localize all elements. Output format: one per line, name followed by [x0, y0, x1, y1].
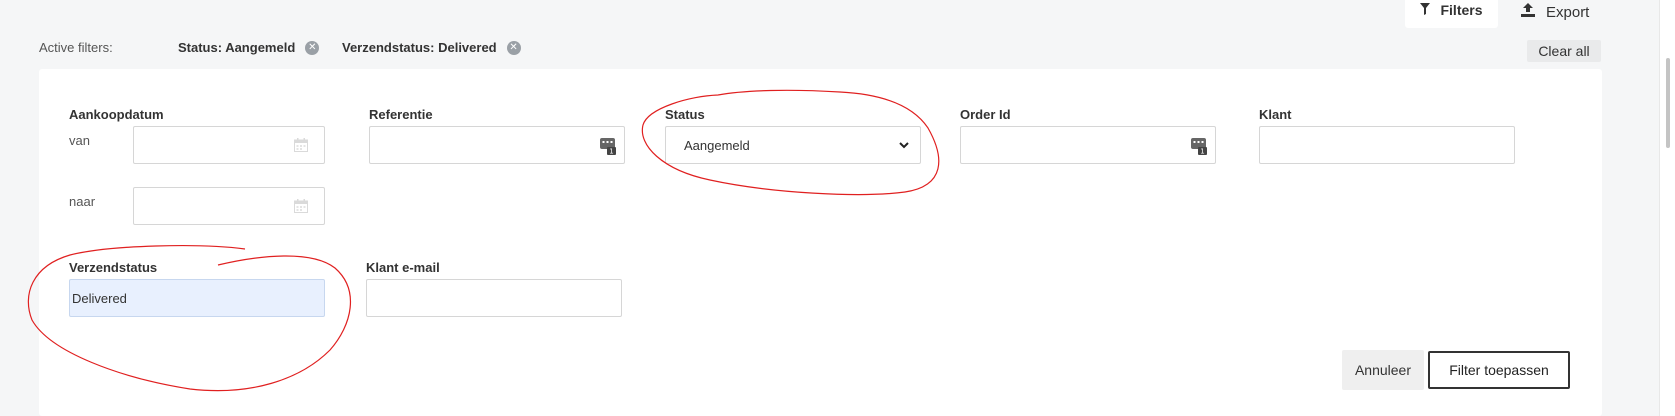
keyboard-icon: 1: [600, 138, 616, 156]
calendar-icon[interactable]: [294, 199, 308, 213]
status-label: Status: [665, 107, 705, 122]
filter-icon: [1420, 2, 1431, 18]
klant-label: Klant: [1259, 107, 1292, 122]
klant-email-label: Klant e-mail: [366, 260, 440, 275]
export-icon: [1520, 2, 1536, 22]
verzendstatus-text[interactable]: [70, 280, 324, 316]
chip-label: Status: Aangemeld: [178, 40, 296, 55]
svg-text:1: 1: [609, 148, 613, 156]
active-filter-chip: Verzendstatus: Delivered ✕: [342, 40, 521, 55]
chevron-down-icon: [899, 142, 909, 149]
chip-label: Verzendstatus: Delivered: [342, 40, 497, 55]
remove-filter-icon[interactable]: ✕: [305, 40, 320, 55]
date-from-input[interactable]: [133, 126, 325, 164]
verzendstatus-input[interactable]: [69, 279, 325, 317]
klant-email-input[interactable]: [366, 279, 622, 317]
aankoopdatum-label: Aankoopdatum: [69, 107, 164, 122]
referentie-input[interactable]: 1: [369, 126, 625, 164]
date-to-label: naar: [69, 194, 96, 209]
clear-all-button[interactable]: Clear all: [1527, 40, 1601, 62]
active-filter-chip: Status: Aangemeld ✕: [178, 40, 320, 55]
verzendstatus-label: Verzendstatus: [69, 260, 158, 275]
calendar-icon[interactable]: [294, 138, 308, 152]
date-from-label: van: [69, 133, 90, 148]
remove-filter-icon[interactable]: ✕: [506, 40, 521, 55]
klant-input[interactable]: [1259, 126, 1515, 164]
keyboard-icon: 1: [1191, 138, 1207, 156]
filters-button[interactable]: Filters: [1405, 0, 1498, 28]
klant-text[interactable]: [1260, 127, 1514, 163]
date-to-input[interactable]: [133, 187, 325, 225]
order-id-input[interactable]: 1: [960, 126, 1216, 164]
status-select[interactable]: Aangemeld: [665, 126, 921, 164]
active-filters-label: Active filters:: [39, 40, 113, 55]
order-id-text[interactable]: [961, 127, 1215, 163]
referentie-label: Referentie: [369, 107, 433, 122]
svg-text:1: 1: [1200, 148, 1204, 156]
filters-label: Filters: [1440, 2, 1483, 18]
apply-filter-button[interactable]: Filter toepassen: [1428, 351, 1570, 389]
status-selected-value: Aangemeld: [684, 138, 750, 153]
export-label: Export: [1546, 3, 1590, 21]
export-button[interactable]: Export: [1520, 0, 1589, 24]
referentie-text[interactable]: [370, 127, 624, 163]
klant-email-text[interactable]: [367, 280, 621, 316]
cancel-button[interactable]: Annuleer: [1342, 350, 1424, 390]
order-id-label: Order Id: [960, 107, 1011, 122]
scrollbar-thumb[interactable]: [1666, 58, 1670, 148]
